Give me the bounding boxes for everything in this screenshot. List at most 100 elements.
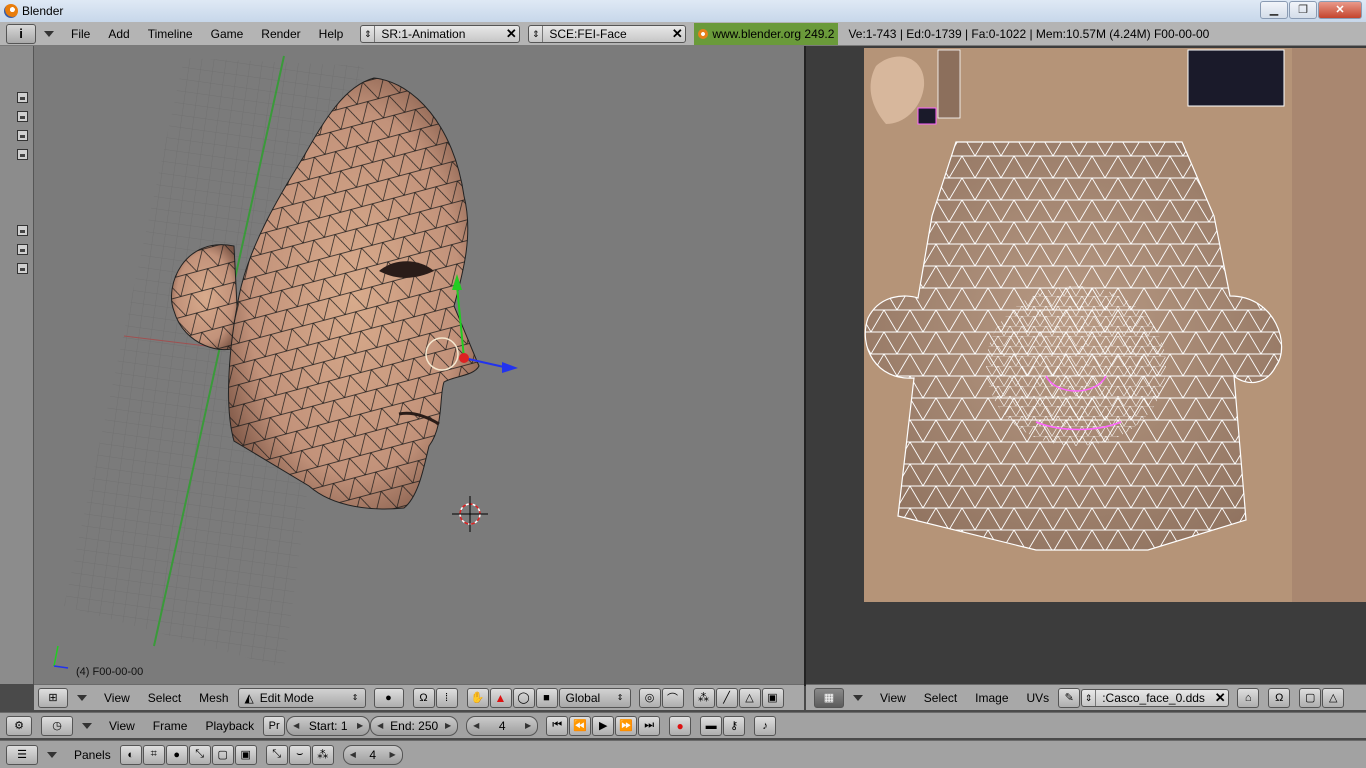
menu-image[interactable]: Image	[966, 686, 1017, 710]
menu-frame[interactable]: Frame	[144, 714, 197, 738]
menu-timeline[interactable]: Timeline	[139, 22, 202, 46]
decrement-arrow-icon[interactable]: ◀	[293, 721, 299, 730]
uv-image-editor[interactable]	[806, 46, 1366, 684]
screen-select[interactable]: ⇕ SR:1-Animation ✕	[360, 24, 521, 43]
shading-context-button[interactable]: ●	[165, 744, 188, 765]
mode-select[interactable]: ◭ Edit Mode ⇕	[237, 687, 366, 708]
translate-manipulator[interactable]: ▲	[489, 687, 512, 708]
end-frame-value[interactable]: End: 250	[390, 719, 438, 733]
pin-image-button[interactable]: ⌂	[1237, 687, 1260, 708]
orientation-select-value[interactable]: Global	[566, 691, 601, 705]
menu-playback[interactable]: Playback	[196, 714, 263, 738]
occlude-geometry-toggle[interactable]: ▣	[761, 687, 784, 708]
uv-island-tiny[interactable]	[917, 107, 937, 125]
scene-delete-icon[interactable]: ✕	[669, 26, 685, 42]
subcontext-curve-button[interactable]: ⌣	[288, 744, 311, 765]
image-icon[interactable]	[17, 92, 28, 103]
increment-arrow-icon[interactable]: ▶	[445, 721, 451, 730]
buttons-frame-value[interactable]: 4	[369, 748, 376, 762]
play-button[interactable]: ▶	[592, 715, 615, 736]
image-icon[interactable]	[17, 149, 28, 160]
current-frame-value[interactable]: 4	[499, 719, 506, 733]
menu-render[interactable]: Render	[252, 22, 309, 46]
buttons-frame-field[interactable]: ◀ 4 ▶	[342, 744, 403, 765]
blender-website-link[interactable]: www.blender.org 249.2	[694, 22, 839, 45]
menu-view[interactable]: View	[871, 686, 915, 710]
editing-context-button[interactable]: ▢	[211, 744, 234, 765]
falloff-button[interactable]: ⌒	[661, 687, 684, 708]
audio-sync-button[interactable]: ♪	[754, 715, 777, 736]
menu-mesh[interactable]: Mesh	[190, 686, 237, 710]
mode-select-value[interactable]: Edit Mode	[260, 691, 314, 705]
uv-sync-button[interactable]: ▢	[1299, 687, 1322, 708]
current-frame-field[interactable]: ◀ 4 ▶	[466, 715, 539, 736]
record-button[interactable]: ●	[669, 715, 692, 736]
decrement-arrow-icon[interactable]: ◀	[473, 721, 479, 730]
image-unlink-icon[interactable]: ✕	[1212, 690, 1228, 706]
screen-delete-icon[interactable]: ✕	[503, 26, 519, 42]
pivot-button[interactable]: Ω	[412, 687, 435, 708]
manipulator-z-arrow[interactable]	[502, 362, 518, 373]
scale-manipulator[interactable]: ■	[535, 687, 558, 708]
manipulator-toggle[interactable]: ✋	[466, 687, 489, 708]
collapse-menu-icon[interactable]	[44, 30, 54, 37]
jump-end-button[interactable]: ⏭	[638, 715, 661, 736]
snap-button[interactable]: ⁞	[435, 687, 458, 708]
menu-view[interactable]: View	[100, 714, 144, 738]
image-icon[interactable]	[17, 244, 28, 255]
info-editor-type-button[interactable]: i	[6, 23, 36, 44]
rotate-manipulator[interactable]: ◯	[512, 687, 535, 708]
increment-arrow-icon[interactable]: ▶	[357, 721, 363, 730]
uv-island-strip[interactable]	[937, 49, 961, 119]
scene-browse-icon[interactable]: ⇕	[529, 25, 544, 42]
collapse-menu-icon[interactable]	[82, 722, 92, 729]
minimize-button[interactable]: ▁	[1260, 1, 1288, 19]
jump-start-button[interactable]: ⏮	[546, 715, 569, 736]
uv-snap-button[interactable]: Ω	[1268, 687, 1291, 708]
orientation-select[interactable]: Global ⇕	[558, 687, 631, 708]
scene-name[interactable]: SCE:FEI-Face	[543, 27, 669, 41]
editor-type-image-button[interactable]: ▦	[814, 687, 844, 708]
prev-keyframe-button[interactable]: ⏪	[569, 715, 592, 736]
menu-add[interactable]: Add	[99, 22, 138, 46]
close-button[interactable]: ✕	[1318, 1, 1362, 19]
subcontext-particles-button[interactable]: ⁂	[311, 744, 334, 765]
editor-type-timeline-button[interactable]: ◷	[41, 715, 73, 736]
image-select[interactable]: ⇕ :Casco_face_0.dds ✕	[1081, 688, 1230, 707]
next-keyframe-button[interactable]: ⏩	[615, 715, 638, 736]
editor-type-3dview-button[interactable]: ⊞	[38, 687, 68, 708]
edge-select-mode[interactable]: ╱	[715, 687, 738, 708]
scene-select[interactable]: ⇕ SCE:FEI-Face ✕	[528, 24, 687, 43]
uv-canvas[interactable]	[806, 46, 1366, 684]
image-icon[interactable]	[17, 263, 28, 274]
keying-set-button[interactable]: ▬	[700, 715, 723, 736]
face-select-mode[interactable]: △	[738, 687, 761, 708]
uv-island-small[interactable]	[1187, 49, 1285, 107]
image-icon[interactable]	[17, 111, 28, 122]
vertex-select-mode[interactable]: ⁂	[692, 687, 715, 708]
editor-type-buttons-button[interactable]: ☰	[6, 744, 38, 765]
menu-panels[interactable]: Panels	[65, 743, 120, 767]
increment-arrow-icon[interactable]: ▶	[525, 721, 531, 730]
user-prefs-button[interactable]: ⚙	[6, 715, 32, 736]
decrement-arrow-icon[interactable]: ◀	[377, 721, 383, 730]
start-frame-field[interactable]: ◀ Start: 1 ▶	[286, 715, 371, 736]
script-context-button[interactable]: ⌗	[142, 744, 165, 765]
image-icon[interactable]	[17, 130, 28, 141]
insert-keyframe-button[interactable]: ⚷	[723, 715, 746, 736]
paint-toggle[interactable]: ✎	[1058, 687, 1081, 708]
end-frame-field[interactable]: ◀ End: 250 ▶	[370, 715, 459, 736]
image-browse-icon[interactable]: ⇕	[1082, 689, 1097, 706]
draw-type-button[interactable]: ●	[373, 687, 404, 708]
scene-context-button[interactable]: ▣	[234, 744, 257, 765]
collapse-menu-icon[interactable]	[853, 694, 863, 701]
manipulator-center[interactable]	[459, 353, 469, 363]
preview-range-label[interactable]: Pr	[269, 720, 280, 732]
collapse-menu-icon[interactable]	[77, 694, 87, 701]
increment-arrow-icon[interactable]: ▶	[390, 750, 396, 759]
menu-uvs[interactable]: UVs	[1018, 686, 1059, 710]
start-frame-value[interactable]: Start: 1	[309, 719, 348, 733]
uv-face-select-button[interactable]: △	[1322, 687, 1345, 708]
3d-viewport[interactable]: (4) F00-00-00	[34, 46, 804, 684]
maximize-button[interactable]: ❐	[1289, 1, 1317, 19]
